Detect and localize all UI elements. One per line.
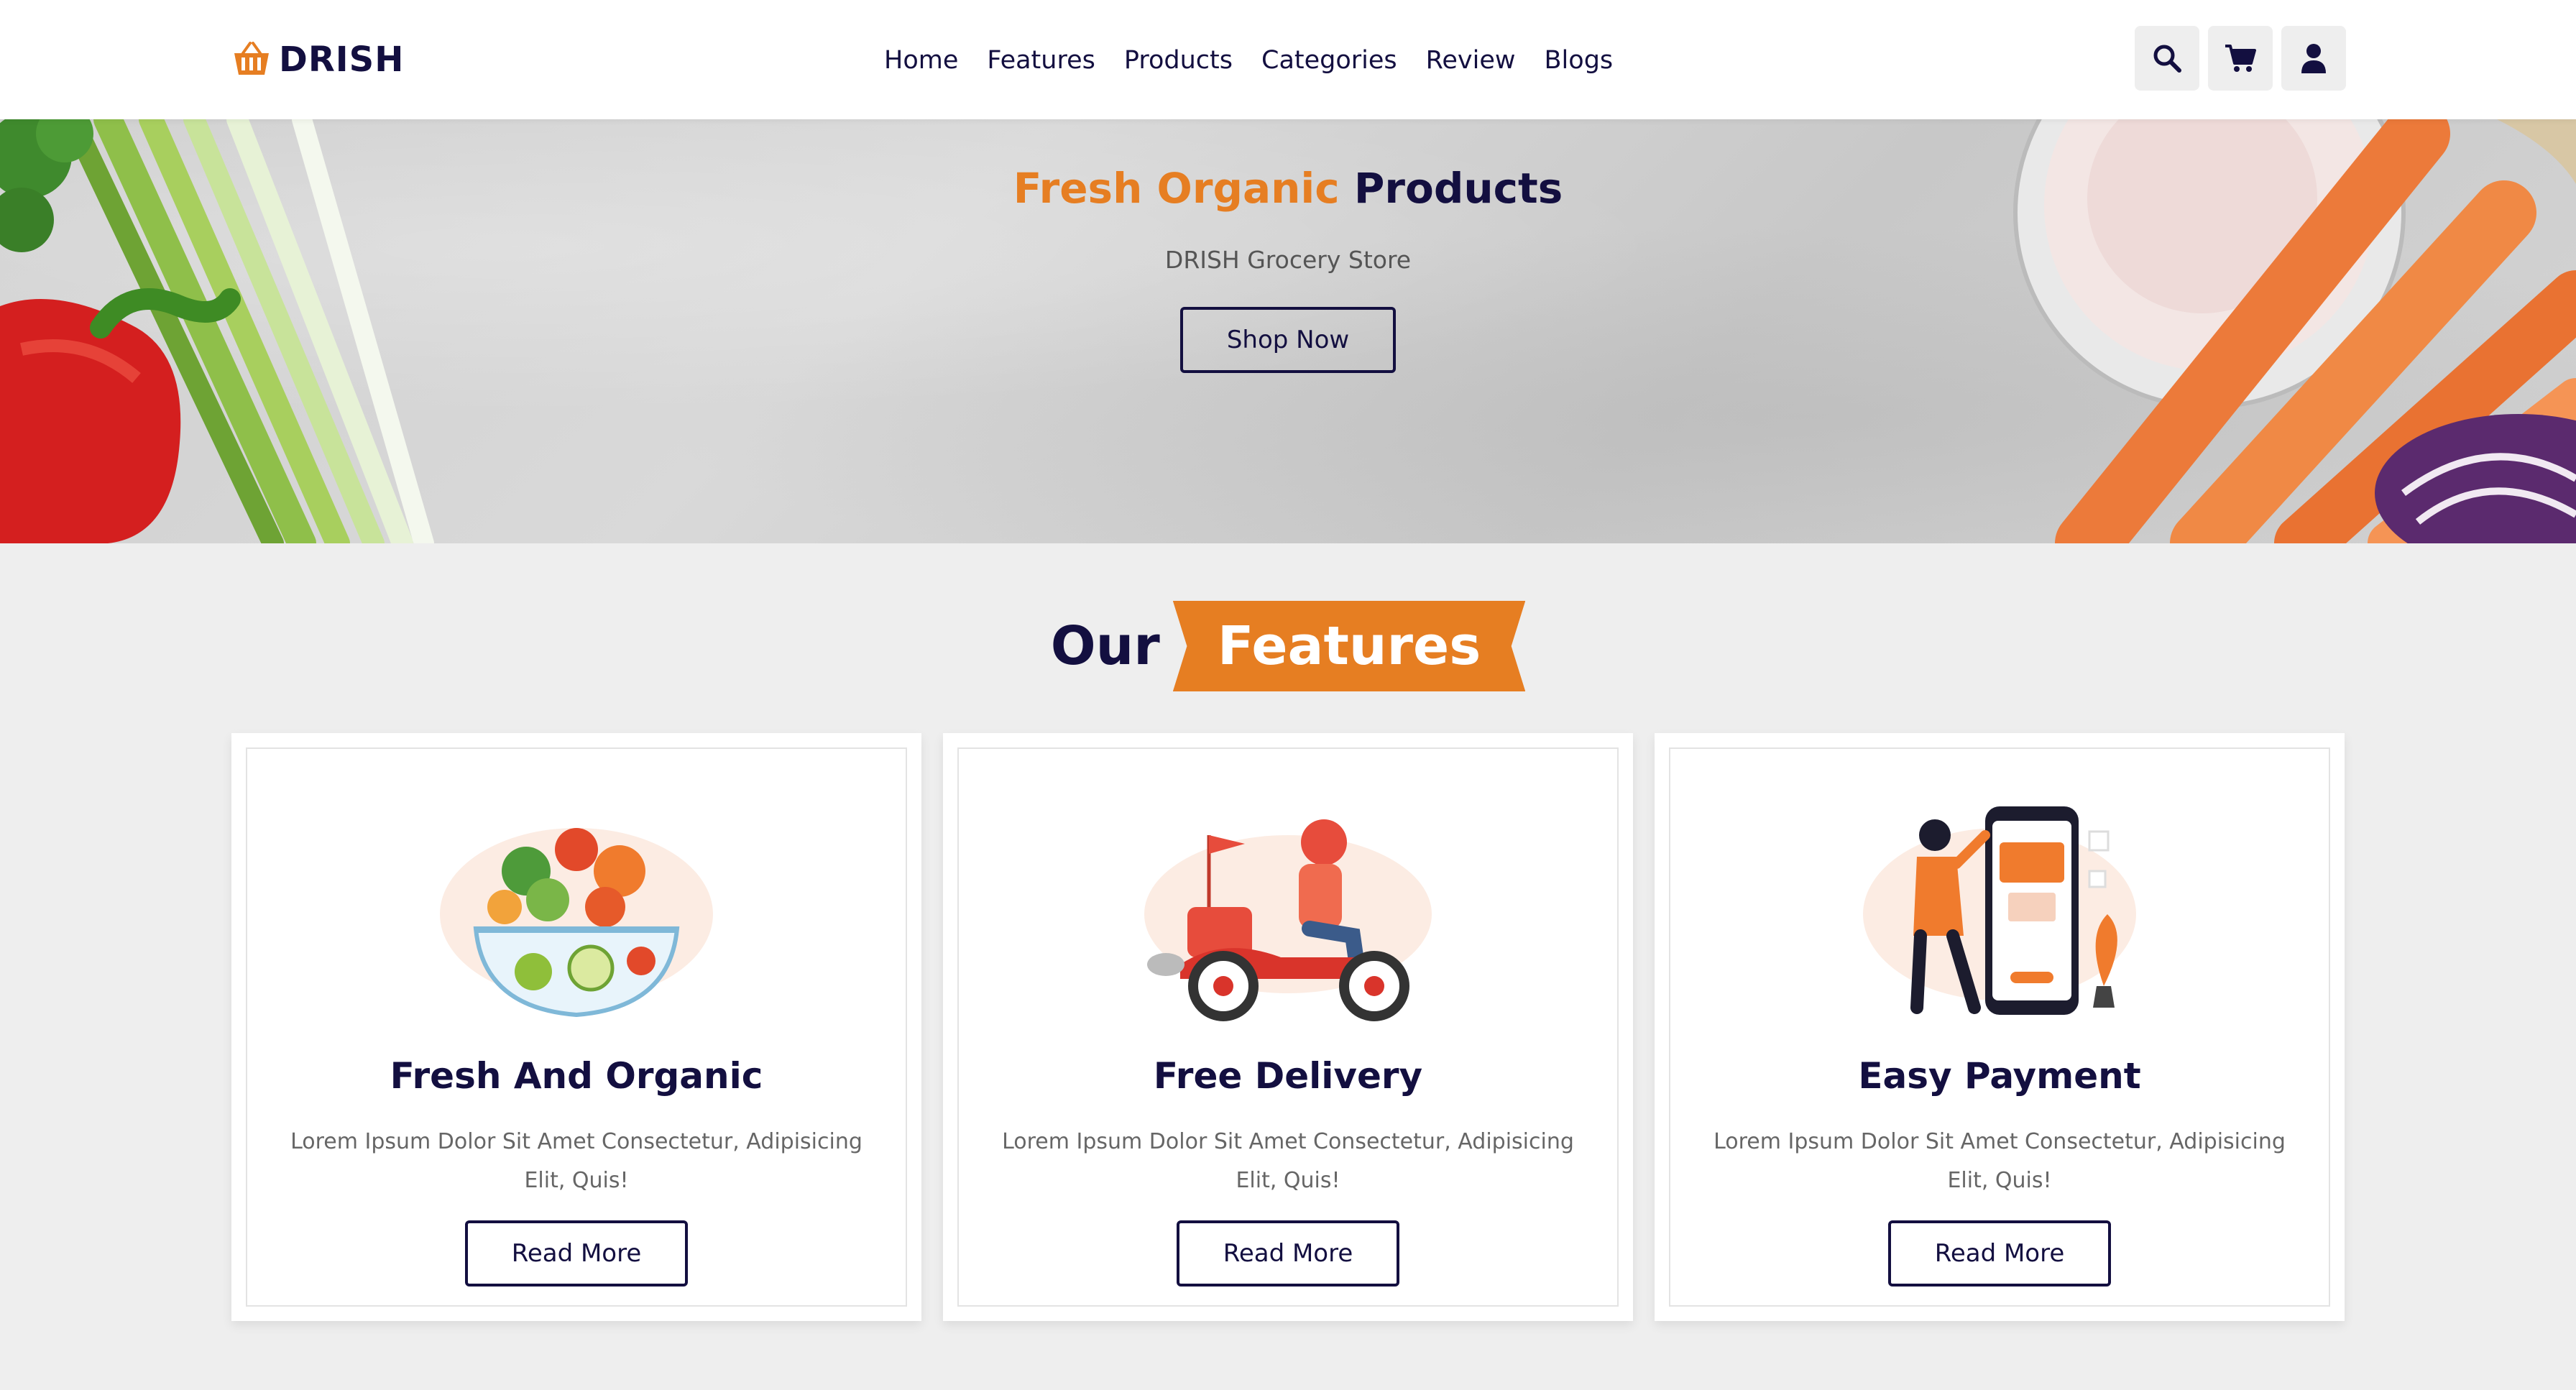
site-header: DRISH Home Features Products Categories …: [0, 0, 2576, 119]
cart-icon: [2225, 45, 2256, 72]
feature-card: Fresh And Organic Lorem Ipsum Dolor Sit …: [231, 733, 921, 1321]
logo-text: DRISH: [279, 40, 405, 80]
nav-home[interactable]: Home: [884, 46, 958, 75]
user-icon: [2301, 44, 2326, 73]
read-more-button[interactable]: Read More: [1888, 1220, 2111, 1287]
mobile-payment-illustration: [1863, 806, 2136, 1015]
feature-cards: Fresh And Organic Lorem Ipsum Dolor Sit …: [231, 733, 2345, 1321]
card-text: Lorem Ipsum Dolor Sit Amet Consectetur, …: [1002, 1129, 1574, 1193]
search-button[interactable]: [2135, 26, 2199, 91]
logo[interactable]: DRISH: [231, 36, 404, 83]
heading-accent: Features: [1172, 601, 1526, 691]
hero-title-rest: Products: [1353, 164, 1563, 213]
card-title: Easy Payment: [1858, 1055, 2141, 1097]
hero-banner: Fresh Organic Products DRISH Grocery Sto…: [0, 119, 2576, 543]
shop-now-button[interactable]: Shop Now: [1180, 307, 1396, 373]
hero-title-accent: Fresh Organic: [1013, 164, 1340, 213]
search-icon: [2153, 45, 2181, 73]
basket-icon: [234, 42, 269, 75]
nav-categories[interactable]: Categories: [1261, 46, 1397, 75]
delivery-scooter-illustration: [1144, 819, 1432, 1021]
feature-card-inner: Fresh And Organic Lorem Ipsum Dolor Sit …: [246, 747, 907, 1307]
read-more-button[interactable]: Read More: [1177, 1220, 1399, 1287]
nav-review[interactable]: Review: [1426, 46, 1516, 75]
nav-features[interactable]: Features: [987, 46, 1095, 75]
feature-card: Free Delivery Lorem Ipsum Dolor Sit Amet…: [943, 733, 1633, 1321]
salad-bowl-illustration: [440, 828, 713, 1018]
hero-content: Fresh Organic Products DRISH Grocery Sto…: [0, 164, 2576, 373]
heading-plain: Our: [1050, 615, 1160, 677]
card-text: Lorem Ipsum Dolor Sit Amet Consectetur, …: [1714, 1129, 2286, 1193]
nav-products[interactable]: Products: [1124, 46, 1233, 75]
cart-button[interactable]: [2208, 26, 2273, 91]
feature-card: Easy Payment Lorem Ipsum Dolor Sit Amet …: [1655, 733, 2345, 1321]
hero-title: Fresh Organic Products: [0, 164, 2576, 213]
read-more-button[interactable]: Read More: [465, 1220, 688, 1287]
nav-blogs[interactable]: Blogs: [1545, 46, 1614, 75]
header-icons: [2135, 26, 2346, 91]
user-button[interactable]: [2281, 26, 2346, 91]
feature-card-inner: Free Delivery Lorem Ipsum Dolor Sit Amet…: [957, 747, 1619, 1307]
features-heading: Our Features: [0, 601, 2576, 691]
hero-subtitle: DRISH Grocery Store: [1164, 246, 1412, 274]
card-title: Fresh And Organic: [390, 1055, 763, 1097]
card-text: Lorem Ipsum Dolor Sit Amet Consectetur, …: [290, 1129, 862, 1193]
card-title: Free Delivery: [1153, 1055, 1423, 1097]
main-nav: Home Features Products Categories Review…: [884, 39, 1613, 82]
feature-card-inner: Easy Payment Lorem Ipsum Dolor Sit Amet …: [1669, 747, 2330, 1307]
